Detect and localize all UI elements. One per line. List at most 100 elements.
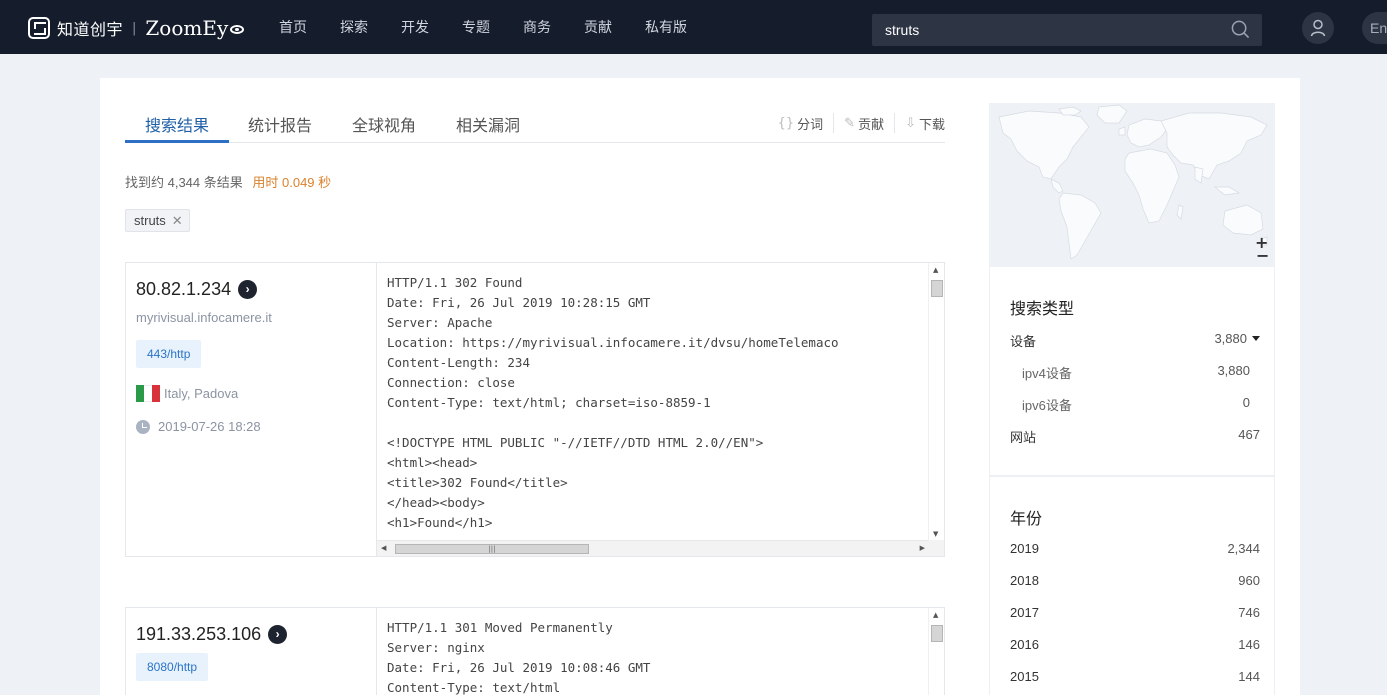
facet-title: 年份 [1010, 511, 1043, 528]
scroll-up-icon[interactable]: ▲ [933, 266, 938, 274]
edit-icon: ✎ [844, 115, 856, 131]
contribute-label: 贡献 [858, 117, 885, 133]
facet-label: ipv4设备 [1022, 366, 1072, 381]
top-navigation-bar: 知道创宇 | ZoomEy 首页 探索 开发 专题 商务 贡献 私有版 En [0, 0, 1387, 54]
result-location: Italy, Padova [136, 385, 238, 402]
horizontal-scrollbar[interactable]: ◀ ||| ▶ [377, 540, 929, 556]
brand-logo-link[interactable]: 知道创宇 | ZoomEy [28, 14, 245, 42]
result-meta: 80.82.1.234 › myrivisual.infocamere.it 4… [126, 263, 376, 556]
result-hostname[interactable]: myrivisual.infocamere.it [136, 310, 272, 325]
nav-item-private[interactable]: 私有版 [645, 17, 687, 37]
scroll-up-icon[interactable]: ▲ [933, 611, 938, 619]
facet-row-device[interactable]: 设备 3,880 [1010, 331, 1260, 350]
scroll-right-icon[interactable]: ▶ [920, 544, 925, 552]
search-input[interactable] [872, 14, 1222, 46]
braces-icon: {} [777, 115, 795, 131]
result-ip-text: 191.33.253.106 [136, 624, 262, 644]
facet-label: 2017 [1010, 605, 1039, 620]
facet-count: 960 [1238, 573, 1260, 588]
facet-count: 746 [1238, 605, 1260, 620]
nav-item-explore[interactable]: 探索 [340, 17, 368, 37]
scroll-down-icon[interactable]: ▼ [933, 530, 938, 538]
result-summary: 找到约 4,344 条结果 用时 0.049 秒 [125, 172, 331, 191]
vertical-scrollbar[interactable]: ▲ ▼ [928, 263, 944, 540]
banner-text: HTTP/1.1 301 Moved Permanently Server: n… [387, 620, 651, 695]
tokenize-label: 分词 [797, 117, 824, 133]
close-icon[interactable]: ✕ [172, 210, 183, 231]
download-button[interactable]: ⇩ 下载 [895, 113, 945, 133]
world-map[interactable] [989, 103, 1275, 267]
language-switch[interactable]: En [1362, 12, 1387, 44]
nav-item-develop[interactable]: 开发 [401, 17, 429, 37]
result-count: 找到约 4,344 条结果 [125, 175, 243, 190]
brand-name-en: ZoomEy [145, 16, 229, 40]
vertical-scrollbar[interactable]: ▲ [928, 608, 944, 695]
banner-viewer[interactable]: HTTP/1.1 301 Moved Permanently Server: n… [376, 608, 944, 695]
facet-label: 网站 [1010, 430, 1037, 445]
nav-item-topics[interactable]: 专题 [462, 17, 490, 37]
filter-chip-label: struts [134, 213, 166, 228]
search-icon[interactable] [1231, 20, 1250, 39]
facet-label: 2016 [1010, 637, 1039, 652]
facet-label: 设备 [1010, 334, 1037, 349]
search-type-facet: 搜索类型 设备 3,880 ipv4设备 3,880 ipv6设备 0 网站 4… [989, 267, 1275, 476]
facet-row-ipv4[interactable]: ipv4设备 3,880 [1022, 363, 1250, 382]
download-icon: ⇩ [905, 115, 916, 131]
facet-row-website[interactable]: 网站 467 [1010, 427, 1260, 446]
result-card: 80.82.1.234 › myrivisual.infocamere.it 4… [125, 262, 945, 557]
banner-viewer[interactable]: HTTP/1.1 302 Found Date: Fri, 26 Jul 201… [376, 263, 944, 556]
facet-row-ipv6[interactable]: ipv6设备 0 [1022, 395, 1250, 414]
facet-row-year[interactable]: 2017 746 [1010, 605, 1260, 620]
nav-item-business[interactable]: 商务 [523, 17, 551, 37]
brand-name-cn: 知道创宇 [57, 20, 124, 39]
facet-count: 144 [1238, 669, 1260, 684]
facet-count: 2,344 [1227, 541, 1260, 556]
result-tabs: 搜索结果 统计报告 全球视角 相关漏洞 {} 分词 ✎ 贡献 ⇩ 下载 [125, 104, 945, 143]
result-date-text: 2019-07-26 18:28 [158, 419, 261, 434]
result-card: 191.33.253.106 › 8080/http HTTP/1.1 301 … [125, 607, 945, 695]
result-ip[interactable]: 191.33.253.106 › [136, 624, 288, 645]
hscroll-thumb[interactable]: ||| [395, 544, 589, 554]
facet-row-year[interactable]: 2015 144 [1010, 669, 1260, 684]
caret-down-icon[interactable] [1252, 336, 1260, 341]
filter-chip: struts ✕ [125, 209, 190, 232]
port-badge[interactable]: 8080/http [136, 653, 209, 681]
facet-row-year[interactable]: 2016 146 [1010, 637, 1260, 652]
facet-title: 搜索类型 [1010, 301, 1075, 318]
chevron-right-icon[interactable]: › [268, 625, 288, 644]
download-label: 下载 [918, 117, 945, 133]
map-zoom-out-button[interactable]: − [1256, 246, 1269, 265]
chevron-right-icon[interactable]: › [238, 280, 258, 299]
scroll-thumb[interactable] [931, 625, 943, 642]
user-account-button[interactable] [1302, 12, 1334, 44]
result-date: 2019-07-26 18:28 [136, 419, 261, 434]
facet-count: 0 [1242, 395, 1250, 410]
scroll-thumb[interactable] [931, 280, 943, 297]
query-time: 用时 0.049 秒 [252, 175, 332, 190]
facet-row-year[interactable]: 2019 2,344 [1010, 541, 1260, 556]
tab-global-view[interactable]: 全球视角 [352, 112, 416, 136]
search-box [872, 14, 1262, 46]
tab-related-vulns[interactable]: 相关漏洞 [456, 112, 520, 136]
tab-stats-report[interactable]: 统计报告 [248, 112, 312, 136]
scroll-left-icon[interactable]: ◀ [381, 544, 386, 552]
result-ip[interactable]: 80.82.1.234 › [136, 279, 258, 300]
clock-icon [136, 419, 150, 434]
facet-count: 467 [1238, 427, 1260, 442]
tokenize-button[interactable]: {} 分词 [768, 113, 835, 133]
contribute-button[interactable]: ✎ 贡献 [834, 113, 896, 133]
nav-item-contribute[interactable]: 贡献 [584, 17, 612, 37]
italy-flag-icon [136, 385, 160, 402]
port-badge[interactable]: 443/http [136, 340, 202, 368]
nav-item-home[interactable]: 首页 [279, 17, 307, 37]
knownsec-logo-icon [28, 17, 50, 39]
facet-label: 2019 [1010, 541, 1039, 556]
user-icon [1310, 19, 1326, 37]
tab-search-results[interactable]: 搜索结果 [145, 112, 209, 136]
facet-count: 3,880 [1214, 331, 1247, 346]
facet-row-year[interactable]: 2018 960 [1010, 573, 1260, 588]
banner-text: HTTP/1.1 302 Found Date: Fri, 26 Jul 201… [387, 275, 839, 530]
result-location-text[interactable]: Italy, Padova [164, 386, 238, 401]
brand-separator: | [132, 20, 137, 36]
facet-count: 146 [1238, 637, 1260, 652]
